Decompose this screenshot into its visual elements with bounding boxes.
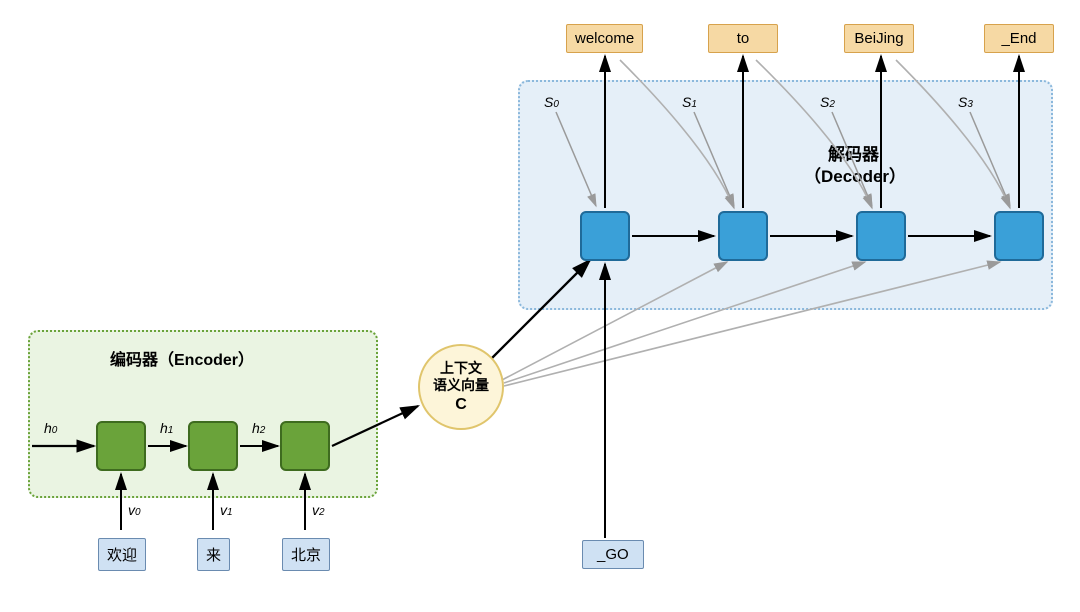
v-label-2: v2: [312, 502, 325, 518]
encoder-cell-2: [280, 421, 330, 471]
s-label-1: S1: [682, 94, 697, 110]
decoder-output-3: _End: [984, 24, 1054, 53]
encoder-input-1: 来: [197, 538, 230, 571]
decoder-cell-2: [856, 211, 906, 261]
s-label-3: S3: [958, 94, 973, 110]
context-vector: 上下文 语义向量 C: [418, 344, 504, 430]
h-label-1: h1: [160, 420, 173, 436]
s-label-2: S2: [820, 94, 835, 110]
decoder-cell-0: [580, 211, 630, 261]
context-line2: 语义向量: [433, 377, 489, 395]
decoder-cell-1: [718, 211, 768, 261]
context-line1: 上下文: [440, 360, 482, 378]
encoder-cell-1: [188, 421, 238, 471]
context-line3: C: [455, 395, 467, 415]
decoder-go-token: _GO: [582, 540, 644, 569]
arrows-layer: [0, 0, 1080, 612]
decoder-output-2: BeiJing: [844, 24, 914, 53]
v-label-1: v1: [220, 502, 233, 518]
encoder-cell-0: [96, 421, 146, 471]
h-label-0: h0: [44, 420, 57, 436]
h-label-2: h2: [252, 420, 265, 436]
decoder-cell-3: [994, 211, 1044, 261]
decoder-output-0: welcome: [566, 24, 643, 53]
diagram-stage: 编码器（Encoder） 解码器 （Decoder）: [0, 0, 1080, 612]
v-label-0: v0: [128, 502, 141, 518]
encoder-input-0: 欢迎: [98, 538, 146, 571]
encoder-input-2: 北京: [282, 538, 330, 571]
decoder-output-1: to: [708, 24, 778, 53]
s-label-0: S0: [544, 94, 559, 110]
